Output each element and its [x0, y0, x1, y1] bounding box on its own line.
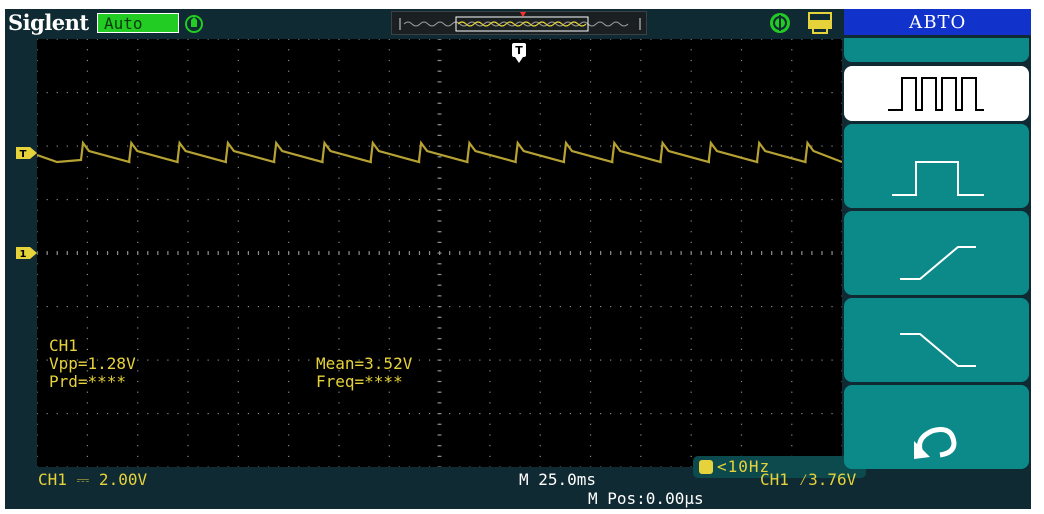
hand-icon [185, 15, 203, 33]
run-status-badge: Auto [97, 13, 179, 33]
trigger-position-marker: T [512, 43, 526, 63]
menu-multi-period-button[interactable] [844, 66, 1029, 121]
menu-title: АВТО [844, 9, 1031, 35]
memory-position: M Pos:0.00μs [588, 489, 704, 508]
waveform-display: CH1 Vpp=1.28V Prd=**** Mean=3.52V Freq=*… [37, 39, 866, 478]
meas-vpp: Vpp=1.28V [49, 354, 136, 373]
oscilloscope-screen: Siglent Auto CH1 Vpp=1.28V Prd=**** Mean… [5, 9, 1031, 509]
falling-edge-icon [900, 333, 976, 367]
single-period-pulse-icon [892, 161, 984, 196]
undo-icon [914, 427, 957, 459]
svg-text:T: T [515, 44, 523, 57]
trigger-level-marker: T [16, 147, 37, 160]
menu-rising-edge-button[interactable] [844, 211, 1029, 295]
graticule [37, 39, 842, 467]
side-menu: АВТО [842, 9, 1031, 509]
menu-falling-edge-button[interactable] [844, 298, 1029, 382]
multi-period-waveform-icon [888, 77, 984, 111]
meas-channel: CH1 [49, 336, 78, 355]
meas-mean: Mean=3.52V [316, 354, 413, 373]
meas-frequency: Freq=**** [316, 372, 403, 391]
menu-back-button[interactable] [844, 385, 1029, 469]
channel1-ground-marker: 1 [16, 247, 37, 260]
brand-logo: Siglent [8, 10, 89, 35]
printer-icon [808, 12, 832, 34]
menu-single-period-button[interactable] [844, 124, 1029, 208]
meas-period: Prd=**** [49, 372, 127, 391]
frequency-icon [699, 460, 713, 474]
memory-position-strip [391, 11, 647, 35]
rising-edge-icon [900, 246, 976, 280]
ch1-scale: CH1 ⎓ 2.00V [38, 470, 148, 489]
usb-status-icon [770, 13, 790, 33]
timebase: M 25.0ms [519, 470, 597, 489]
svg-text:1: 1 [20, 249, 27, 260]
svg-text:T: T [20, 149, 27, 160]
menu-spacer [844, 38, 1029, 62]
